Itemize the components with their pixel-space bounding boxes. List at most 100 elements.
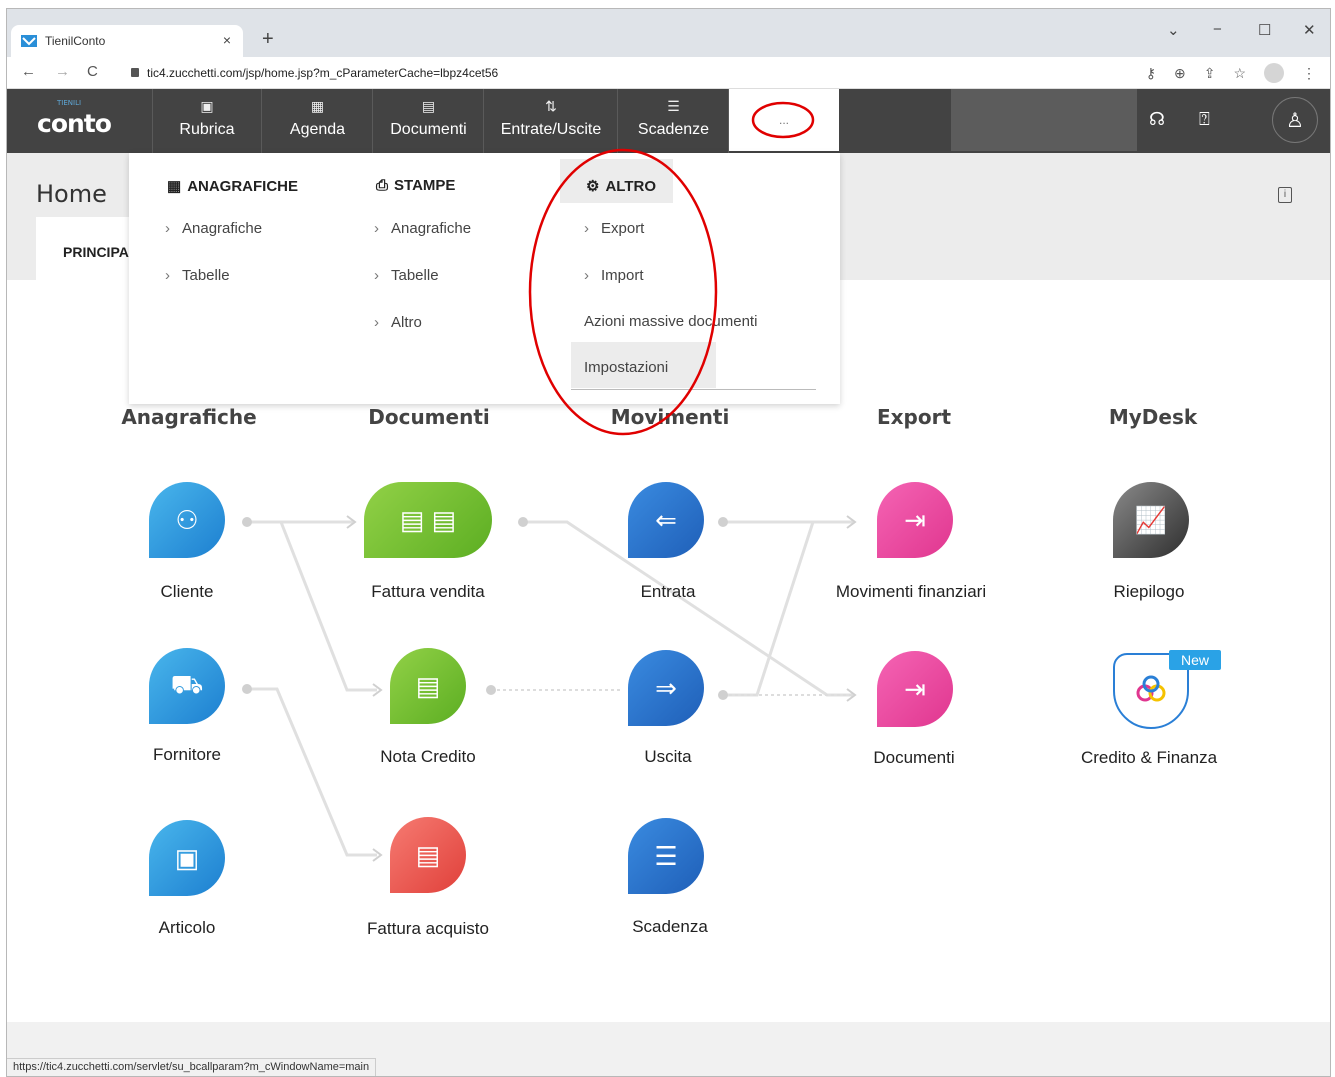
box-icon: ▣ [174, 842, 200, 873]
more-dots: ... [778, 113, 789, 127]
supplier-icon: ⛟ [170, 668, 204, 699]
riepilogo-label: Riepilogo [1113, 582, 1185, 601]
url-field[interactable]: tic4.zucchetti.com/jsp/home.jsp?m_cParam… [131, 66, 498, 80]
col-anagrafiche-title: Anagrafiche [121, 405, 257, 429]
articolo-button[interactable]: ▣ [149, 820, 225, 896]
chevron-right-icon: › [165, 267, 170, 284]
chevron-right-icon: › [584, 220, 589, 237]
nav-agenda[interactable]: ▦ Agenda [263, 89, 373, 153]
uscita-label: Uscita [644, 747, 692, 766]
menu-stampe-anagrafiche[interactable]: › Anagrafiche [374, 220, 471, 237]
menu-item-label: Tabelle [391, 267, 439, 284]
menu-altro-azioni-massive[interactable]: Azioni massive documenti [584, 313, 757, 330]
menu-altro-import[interactable]: › Import [584, 267, 644, 284]
bookmark-star-icon[interactable]: ☆ [1233, 65, 1246, 82]
browser-menu-icon[interactable]: ⋮ [1302, 65, 1316, 82]
menu-stampe-altro[interactable]: › Altro [374, 314, 422, 331]
menu-anagrafiche-anagrafiche[interactable]: › Anagrafiche [165, 220, 262, 237]
uscita-button[interactable]: ⇒ [628, 650, 704, 726]
reload-icon[interactable]: C [87, 63, 98, 80]
export-icon: ⇥ [904, 673, 926, 704]
nav-documenti[interactable]: ▤ Documenti [374, 89, 484, 153]
logo-small-text: TIENILI [57, 99, 82, 107]
scadenza-label: Scadenza [632, 917, 708, 936]
menu-anagrafiche-title: ANAGRAFICHE [187, 177, 299, 195]
nav-rubrica[interactable]: ▣ Rubrica [152, 89, 262, 153]
grid-icon: ▦ [167, 178, 182, 195]
browser-tab-bar: TienilConto × + ⌄ − ☐ ✕ [7, 9, 1330, 57]
riepilogo-button[interactable]: 📈 [1113, 482, 1189, 558]
nav-more-button[interactable]: ... [729, 89, 839, 151]
menu-altro-header: ⚙ ALTRO [586, 177, 656, 196]
menu-stampe-header: ⎙ STAMPE [376, 177, 455, 194]
more-dropdown-menu: ▦ ANAGRAFICHE › Anagrafiche › Tabelle ⎙ STAM… [129, 153, 840, 404]
feedback-icon[interactable]: ⍰ [1199, 109, 1210, 130]
maximize-button[interactable]: ☐ [1258, 21, 1271, 39]
scadenza-button[interactable]: ☰ [628, 818, 704, 894]
entrata-button[interactable]: ⇐ [628, 482, 704, 558]
menu-altro-impostazioni[interactable]: Impostazioni [584, 359, 668, 376]
fattura-vendita-button[interactable]: ▤ ▤ [364, 482, 492, 558]
fattura-vendita-label: Fattura vendita [371, 582, 485, 601]
checklist-icon: ☰ [654, 840, 678, 871]
minimize-button[interactable]: − [1213, 21, 1222, 38]
nav-entrate-uscite-label: Entrate/Uscite [500, 120, 602, 138]
page-title: Home [36, 180, 107, 208]
menu-altro-title: ALTRO [605, 177, 656, 195]
movimenti-finanziari-button[interactable]: ⇥ [877, 482, 953, 558]
close-tab-icon[interactable]: × [223, 32, 231, 48]
tab-search-icon[interactable]: ⌄ [1167, 21, 1180, 39]
close-window-button[interactable]: ✕ [1303, 21, 1316, 39]
nav-search-area[interactable] [951, 89, 1137, 151]
new-tab-button[interactable]: + [262, 28, 274, 51]
settings-doc-icon: ⚙ [586, 178, 600, 195]
credit-note-icon: ▤ [415, 670, 441, 701]
info-icon[interactable]: i [1278, 187, 1292, 203]
movimenti-finanziari-label: Movimenti finanziari [835, 582, 987, 601]
nav-entrate-uscite[interactable]: ⇅ Entrate/Uscite [485, 89, 618, 153]
credito-finanza-label: Credito & Finanza [1080, 748, 1218, 767]
nav-rubrica-label: Rubrica [179, 120, 235, 138]
menu-item-label: Import [601, 267, 644, 284]
key-icon[interactable]: ⚷ [1146, 65, 1156, 82]
checklist-icon: ☰ [667, 97, 680, 114]
export-icon: ⇥ [904, 504, 926, 535]
share-icon[interactable]: ⇪ [1204, 65, 1216, 82]
fornitore-button[interactable]: ⛟ [149, 648, 225, 724]
menu-stampe-tabelle[interactable]: › Tabelle [374, 267, 439, 284]
fornitore-label: Fornitore [152, 745, 222, 764]
cliente-button[interactable]: ⚇ [149, 482, 225, 558]
browser-tab[interactable]: TienilConto × [11, 25, 243, 57]
chevron-right-icon: › [584, 267, 589, 284]
tienilconto-favicon-icon [21, 35, 37, 47]
menu-anagrafiche-tabelle[interactable]: › Tabelle [165, 267, 230, 284]
menu-anagrafiche-header: ▦ ANAGRAFICHE [167, 177, 299, 196]
menu-altro-export[interactable]: › Export [584, 220, 644, 237]
forward-icon[interactable]: → [55, 63, 70, 80]
fattura-acquisto-button[interactable]: ▤ [390, 817, 466, 893]
address-bar: ← → C tic4.zucchetti.com/jsp/home.jsp?m_… [7, 57, 1330, 89]
chevron-right-icon: › [374, 314, 379, 331]
support-headset-icon[interactable]: ☊ [1149, 109, 1165, 130]
menu-item-label: Anagrafiche [182, 220, 263, 237]
zoom-icon[interactable]: ⊕ [1174, 65, 1186, 82]
nav-scadenze-label: Scadenze [637, 120, 710, 138]
browser-tab-title: TienilConto [45, 34, 106, 48]
menu-item-label: Tabelle [182, 267, 230, 284]
documenti-export-button[interactable]: ⇥ [877, 651, 953, 727]
credito-finanza-logo-icon [1136, 675, 1166, 702]
back-icon[interactable]: ← [21, 63, 36, 80]
tienilconto-logo[interactable]: TIENILI conto [37, 99, 112, 138]
nav-scadenze[interactable]: ☰ Scadenze [619, 89, 729, 153]
chevron-right-icon: › [374, 220, 379, 237]
col-export-title: Export [876, 405, 952, 429]
profile-avatar-icon[interactable] [1264, 63, 1284, 83]
col-movimenti-title: Movimenti [610, 405, 730, 429]
documenti-export-label: Documenti [873, 748, 955, 767]
people-icon: ⚇ [175, 504, 199, 535]
nota-credito-button[interactable]: ▤ [390, 648, 466, 724]
url-text: tic4.zucchetti.com/jsp/home.jsp?m_cParam… [147, 66, 499, 80]
calendar-icon: ▦ [310, 97, 325, 114]
lock-icon [131, 68, 139, 77]
user-account-icon[interactable]: ♙ [1272, 97, 1318, 143]
